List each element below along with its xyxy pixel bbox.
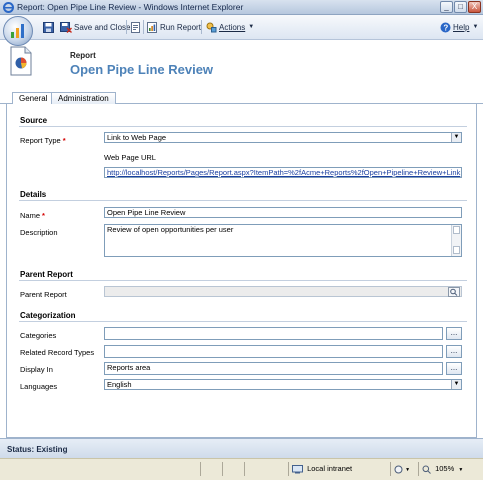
minimize-button[interactable]: _ — [440, 1, 453, 13]
record-status-bar: Status: Existing — [0, 438, 483, 458]
save-close-icon — [60, 21, 72, 33]
section-heading-details: Details — [20, 190, 47, 199]
run-report-icon — [147, 21, 157, 33]
print-preview-button[interactable] — [130, 20, 143, 34]
display-in-field[interactable]: Reports area — [104, 362, 443, 375]
internet-explorer-icon — [3, 2, 14, 13]
related-record-types-browse-button[interactable]: ... — [446, 345, 462, 358]
status-panel — [244, 462, 286, 476]
section-divider — [19, 126, 467, 127]
description-scrollbar[interactable] — [451, 225, 461, 256]
section-divider — [19, 280, 467, 281]
application-menu-button[interactable] — [3, 16, 33, 46]
entity-label: Report — [70, 51, 96, 60]
chevron-down-icon: ▼ — [451, 380, 461, 389]
categories-browse-button[interactable]: ... — [446, 327, 462, 340]
description-label: Description — [20, 228, 58, 237]
scroll-up-arrow[interactable] — [453, 226, 460, 234]
languages-label: Languages — [20, 382, 58, 391]
display-in-browse-button[interactable]: ... — [446, 362, 462, 375]
run-report-label: Run Report — [160, 22, 201, 32]
run-report-button[interactable]: Run Report — [147, 20, 201, 34]
maximize-button[interactable]: □ — [454, 1, 467, 13]
section-heading-source: Source — [20, 116, 48, 125]
section-divider — [19, 200, 467, 201]
zoom-icon — [422, 465, 431, 474]
required-marker: * — [42, 211, 45, 220]
related-record-types-label: Related Record Types — [20, 348, 95, 357]
record-status: Status: Existing — [7, 445, 68, 454]
record-header: Report Open Pipe Line Review — [0, 40, 483, 88]
chevron-down-icon: ▼ — [458, 467, 464, 473]
help-menu-button[interactable]: ? Help ▼ — [440, 20, 478, 34]
chevron-down-icon: ▼ — [451, 133, 461, 142]
section-heading-parent-report: Parent Report — [20, 270, 73, 279]
close-button[interactable]: X — [468, 1, 481, 13]
security-zone[interactable]: Local intranet — [288, 462, 388, 476]
save-icon — [43, 21, 54, 33]
save-and-close-button[interactable]: Save and Close — [60, 20, 130, 34]
report-type-label: Report Type * — [20, 136, 66, 145]
description-textarea[interactable]: Review of open opportunities per user — [104, 224, 462, 257]
help-label: Help — [453, 22, 470, 32]
protected-mode-button[interactable]: ▼ — [390, 462, 416, 476]
crm-logo-icon — [11, 24, 24, 38]
section-heading-categorization: Categorization — [20, 311, 76, 320]
form-tab-strip: General Administration — [0, 88, 483, 105]
actions-icon — [206, 22, 217, 32]
page-title: Open Pipe Line Review — [70, 62, 214, 77]
help-icon: ? — [440, 22, 451, 32]
zoom-level: 105% — [435, 464, 455, 473]
status-panel — [222, 462, 242, 476]
parent-report-label: Parent Report — [20, 290, 67, 299]
web-page-url-label: Web Page URL — [104, 153, 156, 162]
toolbar: Save and Close Run Report Actions ▼ ? He… — [0, 15, 483, 40]
scroll-down-arrow[interactable] — [453, 246, 460, 254]
intranet-zone-icon — [292, 464, 303, 474]
name-label: Name * — [20, 211, 45, 220]
tab-administration[interactable]: Administration — [51, 92, 116, 104]
web-page-url-field[interactable]: http://localhost/Reports/Pages/Report.as… — [104, 167, 462, 178]
required-marker: * — [62, 136, 66, 145]
chevron-down-icon: ▼ — [405, 467, 411, 473]
print-preview-icon — [131, 21, 140, 33]
protected-mode-icon — [394, 465, 403, 474]
lookup-icon[interactable] — [448, 287, 460, 297]
display-in-label: Display In — [20, 365, 53, 374]
zoom-control[interactable]: 105% ▼ — [418, 462, 478, 476]
actions-label: Actions — [219, 22, 246, 32]
toolbar-separator — [126, 20, 127, 34]
status-panel — [200, 462, 220, 476]
form-body: Source Report Type * Link to Web Page ▼ W… — [6, 104, 477, 438]
chevron-down-icon: ▼ — [472, 24, 479, 30]
section-divider — [19, 321, 467, 322]
report-type-select[interactable]: Link to Web Page ▼ — [104, 132, 462, 143]
categories-field[interactable] — [104, 327, 443, 340]
actions-menu-button[interactable]: Actions ▼ — [206, 20, 254, 34]
web-page-url-link[interactable]: http://localhost/Reports/Pages/Report.as… — [107, 168, 460, 177]
related-record-types-field[interactable] — [104, 345, 443, 358]
browser-status-bar: Local intranet ▼ 105% ▼ — [0, 458, 483, 480]
toolbar-separator — [201, 20, 202, 34]
window-title: Report: Open Pipe Line Review - Windows … — [17, 2, 244, 12]
window-title-bar: Report: Open Pipe Line Review - Windows … — [0, 0, 483, 15]
languages-select[interactable]: English ▼ — [104, 379, 462, 390]
report-icon — [10, 46, 32, 76]
svg-text:?: ? — [443, 23, 448, 32]
security-zone-label: Local intranet — [307, 464, 353, 473]
name-field[interactable]: Open Pipe Line Review — [104, 207, 462, 218]
parent-report-lookup-field[interactable] — [104, 286, 462, 297]
toolbar-separator — [143, 20, 144, 34]
categories-label: Categories — [20, 331, 57, 340]
save-and-close-label: Save and Close — [74, 22, 131, 32]
save-button[interactable] — [43, 20, 56, 34]
chevron-down-icon: ▼ — [248, 24, 255, 30]
